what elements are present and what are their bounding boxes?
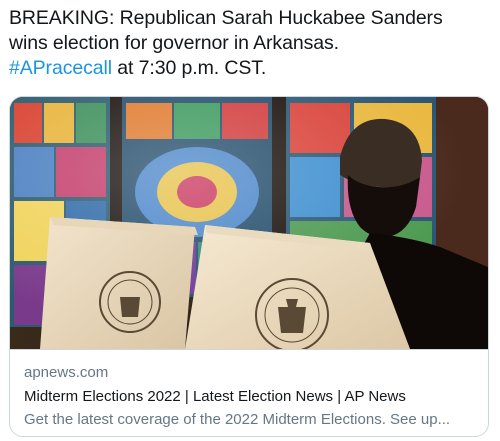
tweet-line-3-text: at 7:30 p.m. CST. [111, 57, 267, 79]
card-image[interactable] [10, 97, 488, 349]
link-preview-card[interactable]: apnews.com Midterm Elections 2022 | Late… [9, 96, 489, 437]
voting-booth-left [40, 217, 198, 349]
card-title[interactable]: Midterm Elections 2022 | Latest Election… [24, 388, 406, 405]
voting-booth-photo [10, 97, 488, 349]
hashtag-link[interactable]: #APracecall [9, 57, 112, 79]
tweet-line-3: #APracecall at 7:30 p.m. CST. [9, 56, 493, 81]
tweet-line-2: wins election for governor in Arkansas. [9, 32, 339, 54]
card-description: Get the latest coverage of the 2022 Midt… [24, 411, 451, 428]
card-domain: apnews.com [24, 364, 109, 381]
tweet-text: BREAKING: Republican Sarah Huckabee Sand… [9, 6, 493, 81]
tweet-line-1: BREAKING: Republican Sarah Huckabee Sand… [9, 7, 443, 29]
card-meta[interactable]: apnews.com Midterm Elections 2022 | Late… [10, 349, 488, 436]
